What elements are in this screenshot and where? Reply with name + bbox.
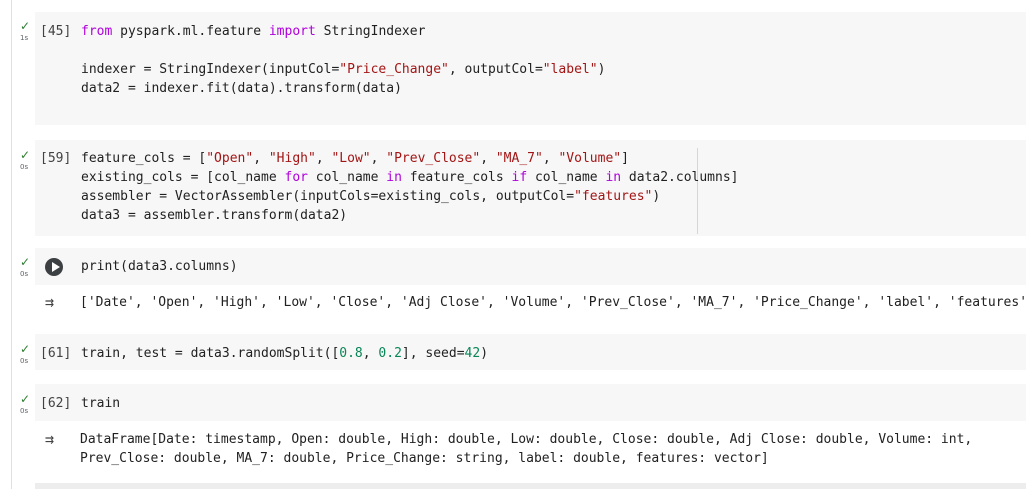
output-text: Prev_Close: double, MA_7: double, Price_…: [80, 451, 769, 466]
check-icon: ✓: [20, 255, 31, 269]
output-text: DataFrame[Date: timestamp, Open: double,…: [80, 432, 973, 447]
code-line[interactable]: assembler = VectorAssembler(inputCols=ex…: [81, 187, 660, 206]
code-line[interactable]: existing_cols = [col_name for col_name i…: [81, 168, 739, 187]
execution-count: [59]: [40, 151, 72, 166]
execution-count: [61]: [40, 346, 72, 361]
code-line[interactable]: feature_cols = ["Open", "High", "Low", "…: [81, 149, 629, 168]
editor-ruler: [697, 148, 698, 234]
play-run-icon[interactable]: [45, 258, 63, 276]
execution-count: [45]: [40, 24, 72, 39]
code-line[interactable]: print(data3.columns): [81, 257, 238, 276]
execution-count: [62]: [40, 396, 72, 411]
next-cell-edge: [35, 483, 1026, 489]
exec-time: 0s: [20, 163, 29, 171]
output-text: ['Date', 'Open', 'High', 'Low', 'Close',…: [80, 295, 1026, 310]
check-icon: ✓: [20, 392, 31, 406]
output-toggle-icon[interactable]: ⇉: [45, 293, 54, 312]
exec-time: 0s: [20, 270, 29, 278]
exec-time: 0s: [20, 407, 29, 415]
code-line[interactable]: indexer = StringIndexer(inputCol="Price_…: [81, 60, 605, 79]
code-line[interactable]: train, test = data3.randomSplit([0.8, 0.…: [81, 344, 488, 363]
check-icon: ✓: [20, 342, 31, 356]
code-line[interactable]: train: [81, 394, 120, 413]
exec-time: 0s: [20, 357, 29, 365]
code-line[interactable]: data3 = assembler.transform(data2): [81, 206, 347, 225]
exec-time: 1s: [20, 34, 29, 42]
code-line[interactable]: data2 = indexer.fit(data).transform(data…: [81, 79, 402, 98]
notebook-left-border: [11, 0, 12, 489]
check-icon: ✓: [20, 19, 31, 33]
code-line[interactable]: from pyspark.ml.feature import StringInd…: [81, 22, 425, 41]
code-cell-62[interactable]: [35, 384, 1026, 421]
output-toggle-icon[interactable]: ⇉: [45, 430, 54, 449]
check-icon: ✓: [20, 148, 31, 162]
